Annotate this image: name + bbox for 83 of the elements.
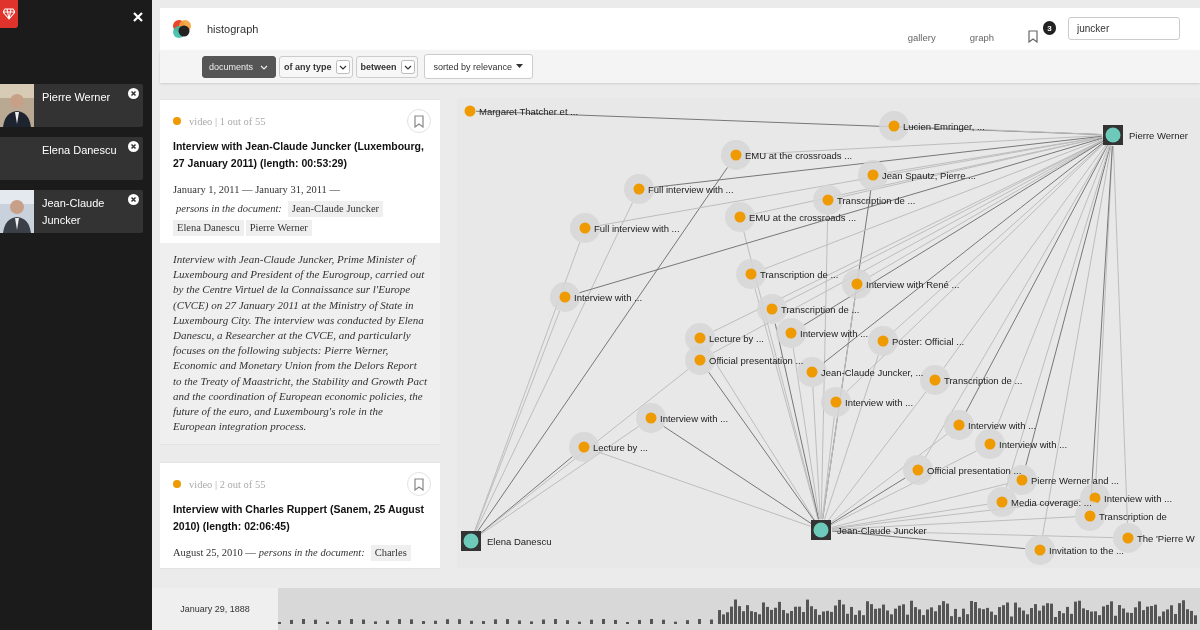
nav-link[interactable]: gallery xyxy=(907,31,936,43)
document-dates: January 1, 2011 — January 31, 2011 — xyxy=(173,184,340,195)
bookmark-button[interactable] xyxy=(407,109,431,133)
person-name: Jean-Claude Juncker xyxy=(42,196,106,228)
pinned-person-card[interactable]: Elena Danescu xyxy=(0,137,143,180)
node-label: Transcription de ... xyxy=(781,304,860,315)
person-tag[interactable]: Jean-Claude Juncker xyxy=(287,201,384,217)
search-field[interactable]: juncker xyxy=(1068,16,1180,40)
node-label: Lucien Emringer, ... xyxy=(903,121,985,132)
node-label: Interview with ... xyxy=(574,292,643,303)
caret-icon xyxy=(516,64,524,69)
caret-icon xyxy=(335,59,350,74)
logo-icon xyxy=(172,19,192,39)
node-label: EMU at the crossroads ... xyxy=(745,150,853,161)
caret-icon xyxy=(400,59,415,74)
node-label: Interview with René ... xyxy=(866,279,960,290)
document-dates: August 25, 2010 — xyxy=(173,547,256,559)
node-label: Transcription de xyxy=(1099,511,1167,522)
node-label: Media coverage: ... xyxy=(1011,497,1092,508)
person-tag[interactable]: Elena Danescu xyxy=(173,220,244,236)
node-label: Interview with ... xyxy=(845,397,914,408)
node-label: Jean-Claude Juncker, ... xyxy=(821,367,924,378)
gem-icon xyxy=(3,8,15,20)
app-name: histograph xyxy=(207,23,259,35)
node-label: Interview with ... xyxy=(1104,493,1173,504)
pinned-person-card[interactable]: Jean-Claude Juncker xyxy=(0,190,143,233)
gem-button[interactable] xyxy=(0,0,18,28)
bookmark-button[interactable] xyxy=(407,472,431,497)
node-label: Transcription de ... xyxy=(837,195,916,206)
persons-label: persons in the document: xyxy=(258,547,365,559)
person-tag[interactable]: Pierre Werner xyxy=(245,220,312,236)
document-meta: video | 2 out of 55 xyxy=(189,478,266,490)
document-description: Interview with Jean-Claude Juncker, Prime Minister of Luxembourg and President of the Eurogroup, carried out by the Centre Virtuel de la Connaissance sur l'Europe (CVCE) on 27 January 2011 at the Ministry of State in Luxembourg City. The interview was conducted by Elena Danescu, a Researcher at the CVCE, and particularly focuses on the following subjects: Pierre Werner, Economic and Monetary Union from the Delors Report to the Treaty of Maastricht, the Stability and Growth Pact and the coordination of European economic policies, the future of the euro, and Luxembourg's role in the European integration process. xyxy=(160,243,440,445)
bookmark-icon xyxy=(414,477,424,491)
node-label: Official presentation ... xyxy=(709,355,804,366)
node-label: Lecture by ... xyxy=(593,442,648,453)
node-label: Transcription de ... xyxy=(944,375,1023,386)
timeline-date: January 29, 1888 xyxy=(152,588,278,630)
bookmark-icon[interactable] xyxy=(1028,29,1038,43)
document-title[interactable]: Interview with Charles Ruppert (Sanem, 25 August 2010) (length: 02:06:45) xyxy=(173,501,427,536)
node-label: The 'Pierre W xyxy=(1137,533,1195,544)
filter-dropdown[interactable]: documents xyxy=(202,55,277,78)
document-meta: video | 1 out of 55 xyxy=(189,115,266,127)
persons-label: persons in the document: xyxy=(176,203,282,214)
person-node[interactable] xyxy=(1103,125,1123,145)
node-label: Pierre Werner and ... xyxy=(1031,475,1119,486)
person-name: Pierre Werner xyxy=(42,90,111,105)
node-label: Pierre Werner xyxy=(1129,130,1188,141)
document-card[interactable] xyxy=(160,100,440,445)
node-label: Interview with ... xyxy=(999,439,1068,450)
node-label: EMU at the crossroads ... xyxy=(749,212,857,223)
sort-dropdown[interactable]: sorted by relevance xyxy=(423,54,534,79)
filter-dropdown[interactable]: of any type xyxy=(279,55,353,78)
document-node[interactable] xyxy=(464,105,476,117)
nav-link[interactable]: graph xyxy=(969,31,994,43)
person-tag[interactable]: Charles xyxy=(370,545,411,562)
node-label: Margaret Thatcher et ... xyxy=(479,106,579,117)
person-node[interactable] xyxy=(811,520,831,540)
node-label: Lecture by ... xyxy=(709,333,764,344)
filter-dropdown[interactable]: between xyxy=(355,55,418,78)
bookmark-icon xyxy=(414,114,424,128)
document-title[interactable]: Interview with Jean-Claude Juncker (Luxembourg, 27 January 2011) (length: 00:53:29) xyxy=(173,138,427,172)
node-label: Elena Danescu xyxy=(487,536,552,547)
remove-icon[interactable] xyxy=(128,141,139,152)
node-label: Jean Spautz, Pierre ... xyxy=(882,170,976,181)
remove-icon[interactable] xyxy=(128,194,139,205)
node-label: Interview with ... xyxy=(800,328,869,339)
node-label: Full interview with ... xyxy=(648,184,734,195)
person-node[interactable] xyxy=(461,531,481,551)
pinned-person-card[interactable]: Pierre Werner xyxy=(0,84,143,127)
node-label: Poster: Official ... xyxy=(892,336,965,347)
node-label: Jean-Claude Juncker xyxy=(837,525,927,536)
node-label: Full interview with ... xyxy=(594,223,680,234)
node-label: Interview with ... xyxy=(968,420,1037,431)
person-name: Elena Danescu xyxy=(42,143,117,158)
remove-icon[interactable] xyxy=(128,88,139,99)
node-label: Transcription de ... xyxy=(760,269,839,280)
close-icon[interactable] xyxy=(133,12,143,22)
node-label: Invitation to the ... xyxy=(1049,545,1124,556)
document-card[interactable]: video | 2 out of 55 Interview with Charles Ruppert (Sanem, 25 August 2010) (length: 02:06:45) August 25, 2010 — persons in the document: Charles xyxy=(160,463,440,569)
bookmark-count: 3 xyxy=(1043,21,1056,35)
node-label: Interview with ... xyxy=(660,413,729,424)
node-label: Official presentation ... xyxy=(927,465,1022,476)
